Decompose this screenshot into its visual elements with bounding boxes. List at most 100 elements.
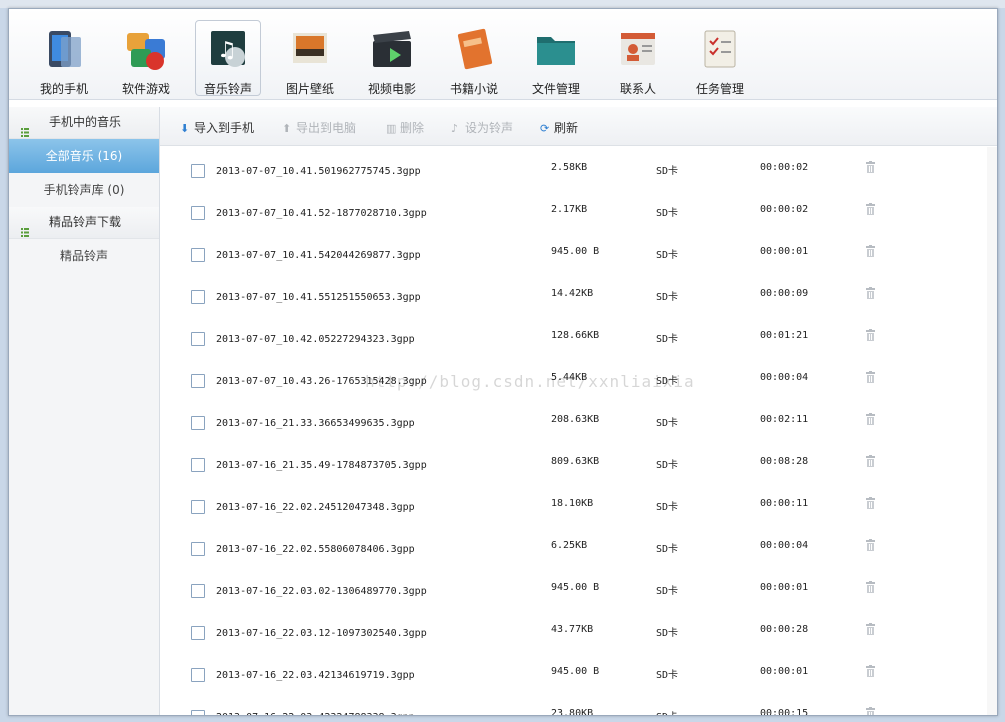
file-size: 945.00 B: [551, 666, 600, 677]
row-checkbox[interactable]: [191, 668, 205, 682]
trash-icon[interactable]: [865, 665, 876, 677]
trash-icon[interactable]: [865, 581, 876, 593]
list-icon: [21, 118, 29, 137]
trash-icon[interactable]: [865, 455, 876, 467]
trash-icon[interactable]: [865, 623, 876, 635]
trash-icon[interactable]: [865, 539, 876, 551]
trash-icon[interactable]: [865, 371, 876, 383]
file-size: 23.80KB: [551, 708, 594, 715]
row-checkbox[interactable]: [191, 416, 205, 430]
taskbar-strip: [0, 0, 1005, 8]
set-ringtone-button[interactable]: ♪ 设为铃声: [451, 119, 513, 136]
trash-icon[interactable]: [865, 203, 876, 215]
file-name: 2013-07-16_21.35.49-1784873705.3gpp: [216, 460, 427, 471]
file-name: 2013-07-07_10.41.542044269877.3gpp: [216, 250, 421, 261]
sidebar-section-phone-music[interactable]: 手机中的音乐: [9, 107, 159, 139]
trash-icon[interactable]: [865, 329, 876, 341]
file-size: 14.42KB: [551, 288, 594, 299]
file-row[interactable]: 2013-07-16_22.02.24512047348.3gpp 18.10KB…: [160, 483, 996, 525]
app-window: ▭ ✕ 我的手机 软件游戏 ♫ 音乐铃声 图片壁纸: [8, 8, 998, 716]
file-location: SD卡: [656, 208, 679, 219]
tool-pictures[interactable]: 图片壁纸: [269, 15, 351, 96]
file-location: SD卡: [656, 334, 679, 345]
file-row[interactable]: 2013-07-16_22.03.42134619719.3gpp 945.00 …: [160, 651, 996, 693]
row-checkbox[interactable]: [191, 206, 205, 220]
trash-icon[interactable]: [865, 245, 876, 257]
scrollbar[interactable]: [987, 147, 997, 715]
row-checkbox[interactable]: [191, 500, 205, 514]
file-duration: 00:00:01: [760, 666, 809, 677]
row-checkbox[interactable]: [191, 164, 205, 178]
delete-button[interactable]: ▥ 删除: [386, 119, 424, 136]
file-location: SD卡: [656, 292, 679, 303]
tool-music-ringtones[interactable]: ♫ 音乐铃声: [195, 20, 261, 96]
file-name: 2013-07-16_21.33.36653499635.3gpp: [216, 418, 415, 429]
file-name: 2013-07-16_22.03.42134619719.3gpp: [216, 670, 415, 681]
file-row[interactable]: 2013-07-16_21.33.36653499635.3gpp 208.63K…: [160, 399, 996, 441]
file-list-panel: ⬇ 导入到手机 ⬆ 导出到电脑 ▥ 删除 ♪ 设为铃声 ⟳ 刷新 2013-07-07_1…: [160, 107, 997, 715]
row-checkbox[interactable]: [191, 584, 205, 598]
tool-books[interactable]: 书籍小说: [433, 15, 515, 96]
trash-icon[interactable]: [865, 161, 876, 173]
book-icon: [451, 27, 497, 71]
refresh-icon: ⟳: [540, 122, 550, 135]
file-row[interactable]: 2013-07-07_10.41.551251550653.3gpp 14.42K…: [160, 273, 996, 315]
file-row[interactable]: 2013-07-16_22.03.02-1306489770.3gpp 945.0…: [160, 567, 996, 609]
file-row[interactable]: 2013-07-07_10.41.542044269877.3gpp 945.00…: [160, 231, 996, 273]
row-checkbox[interactable]: [191, 332, 205, 346]
file-row[interactable]: 2013-07-16_22.03.12-1097302540.3gpp 43.77…: [160, 609, 996, 651]
file-duration: 00:00:15: [760, 708, 809, 715]
tool-my-phone[interactable]: 我的手机: [23, 15, 105, 96]
file-location: SD卡: [656, 166, 679, 177]
refresh-button[interactable]: ⟳ 刷新: [540, 119, 578, 136]
tool-videos[interactable]: 视频电影: [351, 15, 433, 96]
file-size: 945.00 B: [551, 582, 600, 593]
list-icon: [21, 218, 29, 237]
file-name: 2013-07-16_22.03.02-1306489770.3gpp: [216, 586, 427, 597]
file-duration: 00:08:28: [760, 456, 809, 467]
file-row[interactable]: 2013-07-07_10.43.26-1765315428.3gpp 5.44K…: [160, 357, 996, 399]
file-row[interactable]: 2013-07-16_22.03.42324788338.3gpp 23.80KB…: [160, 693, 996, 715]
file-row[interactable]: 2013-07-16_21.35.49-1784873705.3gpp 809.6…: [160, 441, 996, 483]
row-checkbox[interactable]: [191, 290, 205, 304]
file-size: 18.10KB: [551, 498, 594, 509]
file-row[interactable]: 2013-07-07_10.41.501962775745.3gpp 2.58KB…: [160, 147, 996, 189]
row-checkbox[interactable]: [191, 542, 205, 556]
file-name: 2013-07-07_10.41.551251550653.3gpp: [216, 292, 421, 303]
file-size: 6.25KB: [551, 540, 588, 551]
file-location: SD卡: [656, 628, 679, 639]
file-row[interactable]: 2013-07-16_22.02.55806078406.3gpp 6.25KB S…: [160, 525, 996, 567]
file-size: 809.63KB: [551, 456, 600, 467]
row-checkbox[interactable]: [191, 458, 205, 472]
file-duration: 00:00:02: [760, 204, 809, 215]
file-row[interactable]: 2013-07-07_10.41.52-1877028710.3gpp 2.17K…: [160, 189, 996, 231]
file-name: 2013-07-16_22.02.24512047348.3gpp: [216, 502, 415, 513]
import-button[interactable]: ⬇ 导入到手机: [180, 119, 254, 136]
tool-software-games[interactable]: 软件游戏: [105, 15, 187, 96]
trash-icon[interactable]: [865, 497, 876, 509]
sidebar-item-all-music[interactable]: 全部音乐 (16): [9, 139, 159, 173]
row-checkbox[interactable]: [191, 374, 205, 388]
file-size: 945.00 B: [551, 246, 600, 257]
sidebar-item-ringtone-library[interactable]: 手机铃声库 (0): [9, 173, 159, 207]
video-icon: [369, 27, 415, 71]
row-checkbox[interactable]: [191, 626, 205, 640]
file-name: 2013-07-07_10.42.05227294323.3gpp: [216, 334, 415, 345]
file-duration: 00:00:11: [760, 498, 809, 509]
export-button[interactable]: ⬆ 导出到电脑: [282, 119, 356, 136]
trash-icon[interactable]: [865, 287, 876, 299]
tool-contacts[interactable]: 联系人: [597, 15, 679, 96]
tool-task-manager[interactable]: 任务管理: [679, 15, 761, 96]
file-row[interactable]: 2013-07-07_10.42.05227294323.3gpp 128.66K…: [160, 315, 996, 357]
file-location: SD卡: [656, 586, 679, 597]
file-duration: 00:00:01: [760, 582, 809, 593]
tool-file-manager[interactable]: 文件管理: [515, 15, 597, 96]
trash-icon[interactable]: [865, 413, 876, 425]
sidebar-item-premium-ringtones[interactable]: 精品铃声: [9, 239, 159, 273]
trash-icon[interactable]: [865, 707, 876, 715]
file-location: SD卡: [656, 670, 679, 681]
row-checkbox[interactable]: [191, 248, 205, 262]
row-checkbox[interactable]: [191, 710, 205, 715]
sidebar-section-premium-download[interactable]: 精品铃声下载: [9, 207, 159, 239]
file-duration: 00:02:11: [760, 414, 809, 425]
